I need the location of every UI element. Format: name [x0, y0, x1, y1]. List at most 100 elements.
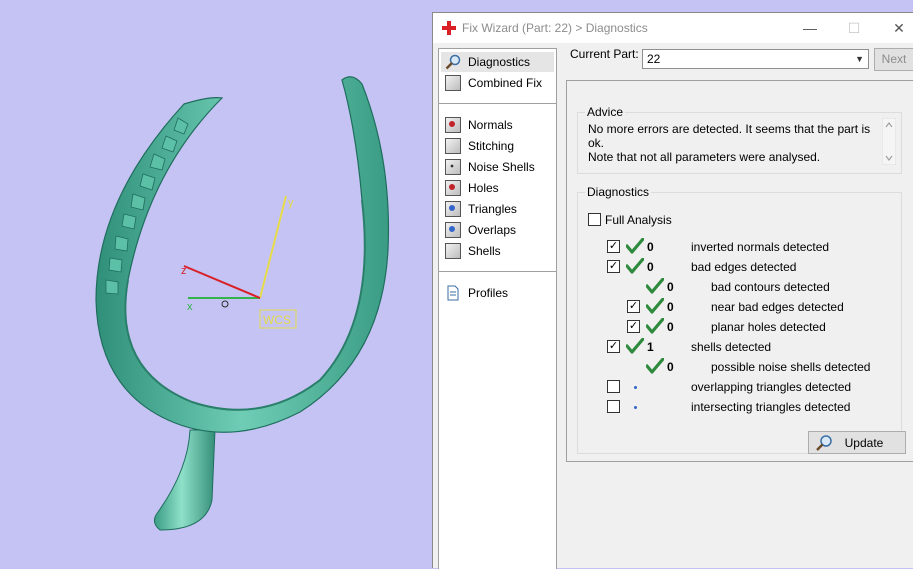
profiles-icon	[447, 285, 459, 301]
nav-divider	[439, 271, 556, 272]
diagnostic-count: 0	[647, 260, 654, 274]
nav-label: Triangles	[468, 202, 517, 216]
combined-fix-icon	[445, 75, 461, 91]
current-part-value: 22	[647, 52, 661, 66]
stitching-icon	[445, 138, 461, 154]
check-icon	[626, 258, 644, 274]
diagnostic-checkbox[interactable]: ✓	[627, 300, 640, 313]
check-icon	[646, 358, 664, 374]
diagnostic-label: bad contours detected	[711, 280, 830, 294]
advice-text: No more errors are detected. It seems th…	[588, 122, 878, 164]
nav-item-profiles[interactable]: Profiles	[441, 283, 554, 303]
full-analysis-checkbox[interactable]	[588, 213, 601, 226]
normals-icon	[445, 117, 461, 133]
nav-label: Diagnostics	[468, 55, 531, 69]
nav-divider	[439, 103, 556, 104]
shells-icon	[445, 243, 461, 259]
chevron-down-icon: ▼	[855, 54, 864, 64]
nav-label: Overlaps	[468, 223, 517, 237]
diagnostic-checkbox[interactable]: ✓	[607, 340, 620, 353]
diagnostic-count: 1	[647, 340, 654, 354]
maximize-button[interactable]: ☐	[841, 17, 867, 39]
advice-scrollbar[interactable]	[882, 118, 896, 165]
wizard-nav: Diagnostics Combined Fix Normals Stitchi…	[438, 48, 557, 569]
current-part-select[interactable]: 22 ▼	[642, 49, 869, 69]
ring-model[interactable]	[95, 76, 390, 531]
diagnostic-count: 0	[667, 360, 674, 374]
nav-item-triangles[interactable]: Triangles	[441, 199, 554, 219]
check-icon	[646, 298, 664, 314]
fix-wizard-window: Fix Wizard (Part: 22) > Diagnostics — ☐ …	[432, 12, 913, 569]
nav-item-overlaps[interactable]: Overlaps	[441, 220, 554, 240]
diagnostic-checkbox[interactable]	[607, 380, 620, 393]
3d-viewport[interactable]: x y z WCS	[0, 0, 432, 568]
diagnostic-label: overlapping triangles detected	[691, 380, 852, 394]
nav-label: Profiles	[468, 286, 509, 300]
nav-label: Normals	[468, 118, 513, 132]
pending-dot-icon	[634, 386, 637, 389]
diagnostics-title: Diagnostics	[585, 185, 652, 199]
diagnostic-label: planar holes detected	[711, 320, 826, 334]
minimize-button[interactable]: —	[797, 17, 823, 39]
axis-y-line	[259, 195, 287, 299]
diagnostic-label: intersecting triangles detected	[691, 400, 851, 414]
diagnostic-checkbox[interactable]: ✓	[627, 320, 640, 333]
nav-label: Noise Shells	[468, 160, 535, 174]
diagnostics-panel: Advice No more errors are detected. It s…	[566, 80, 913, 462]
title-bar[interactable]: Fix Wizard (Part: 22) > Diagnostics — ☐ …	[433, 13, 913, 43]
overlaps-icon	[445, 222, 461, 238]
check-icon	[626, 338, 644, 354]
check-icon	[646, 278, 664, 294]
diagnostic-label: bad edges detected	[691, 260, 797, 274]
diagnostic-count: 0	[667, 300, 674, 314]
wcs-axes: x y z WCS	[181, 195, 297, 329]
nav-label: Stitching	[468, 139, 515, 153]
axis-x-label: x	[187, 301, 193, 313]
diagnostic-checkbox[interactable]: ✓	[607, 260, 620, 273]
diagnostic-count: 0	[667, 280, 674, 294]
diagnostic-count: 0	[667, 320, 674, 334]
pending-dot-icon	[634, 406, 637, 409]
diagnostic-label: possible noise shells detected	[711, 360, 871, 374]
nav-item-diagnostics[interactable]: Diagnostics	[441, 52, 554, 72]
diagnostics-group: Diagnostics Full Analysis ✓ 0 inverted nor…	[577, 185, 906, 454]
nav-item-noise-shells[interactable]: Noise Shells	[441, 157, 554, 177]
axis-z-line	[183, 265, 261, 299]
noise-shells-icon	[445, 159, 461, 175]
advice-group: Advice No more errors are detected. It s…	[577, 105, 902, 174]
triangles-icon	[445, 201, 461, 217]
nav-item-holes[interactable]: Holes	[441, 178, 554, 198]
diagnostic-checkbox[interactable]	[607, 400, 620, 413]
nav-item-stitching[interactable]: Stitching	[441, 136, 554, 156]
window-title: Fix Wizard (Part: 22) > Diagnostics	[462, 21, 648, 35]
wcs-label: WCS	[263, 313, 291, 327]
holes-icon	[445, 180, 461, 196]
diagnostic-label: inverted normals detected	[691, 240, 830, 254]
diagnostic-count: 0	[647, 240, 654, 254]
magnifier-icon	[445, 54, 461, 70]
nav-label: Shells	[468, 244, 501, 258]
axis-y-label: y	[288, 197, 294, 209]
update-label: Update	[844, 436, 884, 450]
nav-item-normals[interactable]: Normals	[441, 115, 554, 135]
full-analysis-label: Full Analysis	[605, 213, 672, 227]
update-button[interactable]: Update	[808, 431, 906, 454]
check-icon	[646, 318, 664, 334]
nav-item-shells[interactable]: Shells	[441, 241, 554, 261]
advice-line: Note that not all parameters were analys…	[588, 150, 821, 164]
diagnostic-label: shells detected	[691, 340, 772, 354]
next-button[interactable]: Next	[874, 48, 913, 71]
model-stem	[154, 429, 216, 531]
advice-title: Advice	[585, 105, 626, 119]
model-canvas[interactable]: x y z WCS	[0, 0, 432, 568]
axis-origin-marker	[221, 300, 229, 308]
model-band	[95, 76, 390, 433]
diagnostic-checkbox[interactable]: ✓	[607, 240, 620, 253]
axis-z-label: z	[181, 265, 187, 277]
diagnostic-label: near bad edges detected	[711, 300, 844, 314]
current-part-label: Current Part:	[570, 47, 639, 61]
nav-item-combined-fix[interactable]: Combined Fix	[441, 73, 554, 93]
nav-label: Combined Fix	[468, 76, 543, 90]
close-button[interactable]: ✕	[886, 17, 912, 39]
check-icon	[626, 238, 644, 254]
